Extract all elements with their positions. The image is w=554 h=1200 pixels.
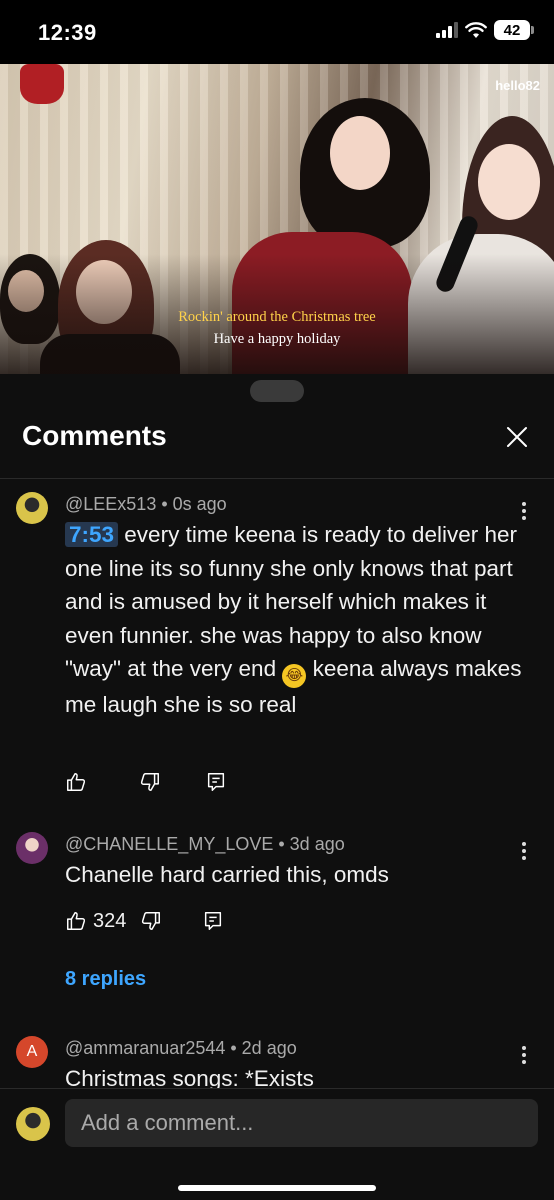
home-indicator[interactable]	[178, 1185, 376, 1191]
video-watermark: hello82	[495, 78, 540, 93]
subtitle-line: Have a happy holiday	[213, 331, 341, 347]
comment-meta: @CHANELLE_MY_LOVE • 3d ago	[65, 834, 345, 854]
santa-decoration	[20, 64, 64, 104]
cellular-signal-icon	[436, 22, 458, 38]
comment-age: 0s ago	[172, 494, 227, 514]
status-bar: 12:39 42	[0, 0, 554, 64]
avatar[interactable]	[16, 832, 48, 864]
comment-text: Chanelle hard carried this, omds	[65, 862, 389, 887]
timestamp-link[interactable]: 7:53	[65, 522, 119, 547]
comments-sheet: Comments @LEEx513 • 0s ago 7:53 every ti…	[0, 374, 554, 1200]
subtitle-line: Rockin' around the Christmas tree	[178, 309, 376, 325]
sheet-drag-handle[interactable]	[250, 380, 304, 402]
add-comment-input[interactable]	[65, 1099, 538, 1147]
comment-meta: @ammaranuar2544 • 2d ago	[65, 1038, 297, 1058]
video-player[interactable]: hello82 Rockin' around the Christmas tre…	[0, 64, 554, 374]
sheet-title: Comments	[22, 420, 167, 451]
comment-meta: @LEEx513 • 0s ago	[65, 494, 227, 514]
comment-actions: 324	[65, 907, 224, 935]
comment-input-bar	[0, 1088, 554, 1200]
battery-icon: 42	[494, 20, 534, 40]
comment-actions	[65, 768, 227, 796]
like-icon[interactable]	[65, 771, 87, 793]
comment-age: 2d ago	[241, 1038, 297, 1058]
status-time: 12:39	[38, 20, 97, 45]
reply-icon[interactable]	[202, 910, 224, 932]
avatar[interactable]: A	[16, 1036, 48, 1068]
status-icons: 42	[436, 20, 534, 40]
comment-age: 3d ago	[289, 834, 345, 854]
close-icon[interactable]	[506, 426, 528, 448]
laughing-emoji-icon: 😂	[282, 664, 307, 689]
view-replies-link[interactable]: 8 replies	[65, 968, 146, 991]
like-count: 324	[93, 909, 127, 932]
dislike-icon[interactable]	[140, 910, 162, 932]
user-avatar	[16, 1107, 50, 1141]
comment-text: 7:53 every time keena is ready to delive…	[65, 522, 522, 718]
wifi-icon	[465, 21, 487, 38]
like-icon[interactable]	[65, 910, 87, 932]
comment-author[interactable]: @CHANELLE_MY_LOVE	[65, 834, 273, 854]
dislike-icon[interactable]	[139, 771, 161, 793]
avatar[interactable]	[16, 492, 48, 524]
comment-author[interactable]: @ammaranuar2544	[65, 1038, 225, 1058]
divider	[0, 478, 554, 479]
comment-author[interactable]: @LEEx513	[65, 494, 156, 514]
reply-icon[interactable]	[205, 771, 227, 793]
